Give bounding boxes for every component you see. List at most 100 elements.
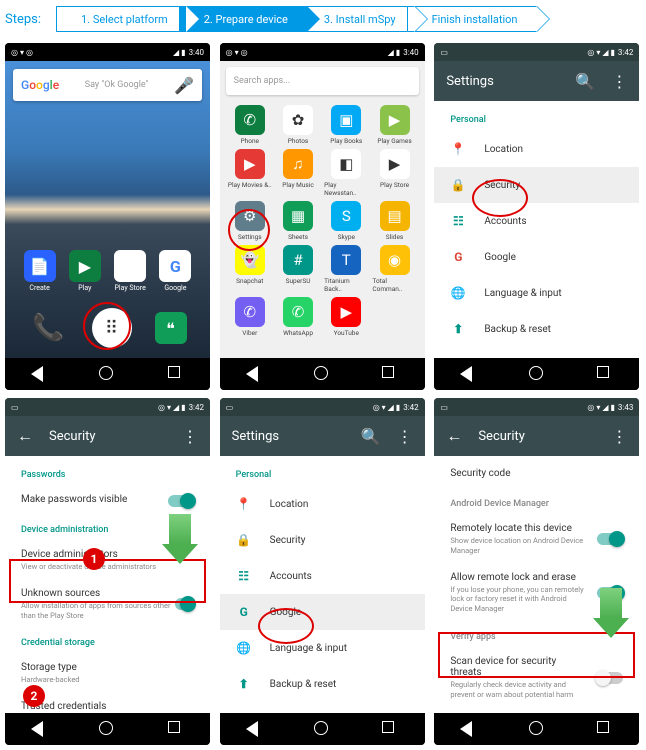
- title: Settings: [232, 429, 345, 444]
- app-playgames[interactable]: ▶Play Games: [372, 105, 416, 145]
- toggle-on[interactable]: [175, 598, 194, 610]
- app-playmusic[interactable]: ♫Play Music: [276, 149, 320, 197]
- nav-bar: [434, 713, 639, 745]
- search-icon[interactable]: 🔍: [575, 72, 595, 91]
- app-snapchat[interactable]: 👻Snapchat: [228, 245, 272, 293]
- steps-bar: Steps: 1. Select platform 2. Prepare dev…: [5, 5, 641, 33]
- app-google[interactable]: GGoogle: [159, 250, 191, 292]
- setting-backupreset[interactable]: ⬆Backup & reset: [220, 666, 425, 702]
- recents-button[interactable]: [597, 366, 613, 382]
- app-playmovies[interactable]: ▶Play Movies &..: [228, 149, 272, 197]
- search-icon[interactable]: 🔍: [361, 427, 381, 446]
- app-bar: Settings 🔍 ⋮: [434, 61, 639, 101]
- toggle-on[interactable]: [168, 495, 194, 507]
- app-playnewsstan[interactable]: ◧Play Newsstan..: [324, 149, 368, 197]
- unknown-sources[interactable]: Unknown sourcesAllow installation of app…: [5, 580, 210, 629]
- section-credential: Credential storage: [5, 628, 210, 654]
- app-whatsapp[interactable]: ✆WhatsApp: [276, 297, 320, 337]
- recents-button[interactable]: [168, 721, 184, 737]
- app-playbooks[interactable]: ▣Play Books: [324, 105, 368, 145]
- app-totalcomman[interactable]: ◉Total Comman..: [372, 245, 416, 293]
- recents-button[interactable]: [597, 721, 613, 737]
- toggle-on[interactable]: [597, 533, 623, 545]
- remotely-locate[interactable]: Remotely locate this deviceShow device l…: [434, 515, 639, 564]
- title: Security: [49, 429, 166, 444]
- app-drawer-button[interactable]: ⠿: [92, 308, 132, 348]
- setting-languageinput[interactable]: 🌐Language & input: [220, 630, 425, 666]
- search-hint: Say "Ok Google": [59, 80, 174, 90]
- step-1[interactable]: 1. Select platform: [56, 6, 187, 32]
- app-viber[interactable]: ✆Viber: [228, 297, 272, 337]
- app-create[interactable]: 📄Create: [24, 250, 56, 292]
- nav-bar: [434, 358, 639, 390]
- home-button[interactable]: [99, 366, 115, 382]
- steps-label: Steps:: [5, 12, 41, 27]
- app-supersu[interactable]: #SuperSU: [276, 245, 320, 293]
- app-drawer[interactable]: Search apps... ✆Phone✿Photos▣Play Books▶…: [220, 61, 425, 358]
- app-bar: Settings 🔍 ⋮: [220, 416, 425, 456]
- setting-languageinput[interactable]: 🌐Language & input: [434, 275, 639, 311]
- settings-screen: Settings 🔍 ⋮ Personal 📍Location🔒Security…: [220, 416, 425, 713]
- mic-icon[interactable]: 🎤: [174, 76, 194, 95]
- green-arrow-icon: [169, 514, 198, 564]
- hangouts-icon[interactable]: ❝: [155, 312, 187, 344]
- recents-button[interactable]: [382, 721, 398, 737]
- home-button[interactable]: [314, 721, 330, 737]
- nav-bar: [220, 358, 425, 390]
- recents-button[interactable]: [382, 366, 398, 382]
- setting-location[interactable]: 📍Location: [220, 486, 425, 522]
- back-button[interactable]: [460, 721, 476, 737]
- nav-bar: [5, 713, 210, 745]
- app-slides[interactable]: ▤Slides: [372, 201, 416, 241]
- home-button[interactable]: [529, 721, 545, 737]
- home-button[interactable]: [314, 366, 330, 382]
- toggle-off[interactable]: [597, 672, 623, 684]
- home-screen[interactable]: Google Say "Ok Google" 🎤 📄Create ▶Play ▶…: [5, 61, 210, 358]
- app-playstore[interactable]: ▶Play Store: [372, 149, 416, 197]
- back-arrow-icon[interactable]: ←: [17, 426, 33, 446]
- overflow-icon[interactable]: ⋮: [611, 72, 627, 91]
- overflow-icon[interactable]: ⋮: [397, 427, 413, 446]
- app-photos[interactable]: ✿Photos: [276, 105, 320, 145]
- badge-2: 2: [23, 685, 45, 707]
- setting-security[interactable]: 🔒Security: [434, 167, 639, 203]
- back-button[interactable]: [460, 366, 476, 382]
- setting-accounts[interactable]: ☷Accounts: [434, 203, 639, 239]
- setting-google[interactable]: GGoogle: [434, 239, 639, 275]
- phone-4: ▭◎ ▾ ◢ ▮ 3:42 ← Security ⋮ Passwords Mak…: [5, 398, 210, 745]
- app-youtube[interactable]: ▶YouTube: [324, 297, 368, 337]
- home-button[interactable]: [99, 721, 115, 737]
- back-arrow-icon[interactable]: ←: [446, 426, 462, 446]
- badge-1: 1: [83, 548, 105, 570]
- app-skype[interactable]: SSkype: [324, 201, 368, 241]
- app-sheets[interactable]: ▦Sheets: [276, 201, 320, 241]
- security-code[interactable]: Security code: [434, 460, 639, 489]
- back-button[interactable]: [31, 721, 47, 737]
- overflow-icon[interactable]: ⋮: [182, 427, 198, 446]
- back-button[interactable]: [31, 366, 47, 382]
- make-passwords-visible[interactable]: Make passwords visible: [5, 486, 210, 515]
- status-bar: ◎ ▾ ◎◢ ▮ 3:40: [220, 43, 425, 61]
- dialer-icon[interactable]: 📞: [29, 308, 69, 348]
- home-button[interactable]: [529, 366, 545, 382]
- phone-3: ▭◎ ▾ ◢ ▮ 3:42 Settings 🔍 ⋮ Personal 📍Loc…: [434, 43, 639, 390]
- app-titaniumback[interactable]: TTitanium Back..: [324, 245, 368, 293]
- scan-device[interactable]: Scan device for security threatsRegularl…: [434, 648, 639, 708]
- overflow-icon[interactable]: ⋮: [611, 427, 627, 446]
- setting-google[interactable]: GGoogle: [220, 594, 425, 630]
- section-adm: Android Device Manager: [434, 489, 639, 515]
- setting-security[interactable]: 🔒Security: [220, 522, 425, 558]
- google-search-bar[interactable]: Google Say "Ok Google" 🎤: [13, 69, 202, 101]
- drawer-search[interactable]: Search apps...: [226, 67, 419, 95]
- app-phone[interactable]: ✆Phone: [228, 105, 272, 145]
- recents-button[interactable]: [168, 366, 184, 382]
- back-button[interactable]: [246, 721, 262, 737]
- setting-backupreset[interactable]: ⬆Backup & reset: [434, 311, 639, 347]
- setting-accounts[interactable]: ☷Accounts: [220, 558, 425, 594]
- setting-location[interactable]: 📍Location: [434, 131, 639, 167]
- settings-screen: Settings 🔍 ⋮ Personal 📍Location🔒Security…: [434, 61, 639, 358]
- app-playstore[interactable]: ▶Play Store: [114, 250, 146, 292]
- app-settings[interactable]: ⚙Settings: [228, 201, 272, 241]
- back-button[interactable]: [246, 366, 262, 382]
- app-play[interactable]: ▶Play: [69, 250, 101, 292]
